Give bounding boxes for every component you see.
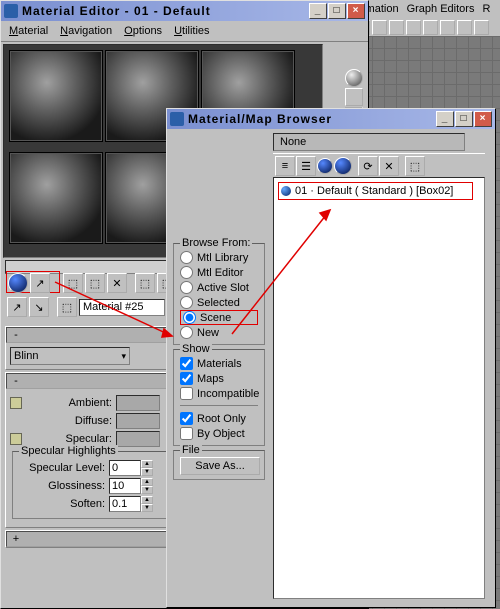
- material-browser-window: Material/Map Browser _ □ × None ≡ ☰ ⟳ ✕ …: [166, 108, 496, 608]
- menubar: Material Navigation Options Utilities: [1, 21, 368, 42]
- radio-active-slot[interactable]: Active Slot: [180, 280, 258, 295]
- get-material-button[interactable]: [8, 273, 28, 293]
- list-item-label: 01 · Default ( Standard ) [Box02]: [295, 185, 453, 197]
- menu-item[interactable]: R: [482, 3, 490, 15]
- toolbar-button[interactable]: ⬚: [85, 273, 105, 293]
- minimize-button[interactable]: _: [436, 111, 454, 127]
- toolbar-icon[interactable]: [440, 20, 455, 35]
- titlebar: Material/Map Browser _ □ ×: [167, 109, 495, 129]
- toolbar-button[interactable]: ⬚: [135, 273, 155, 293]
- go-parent-button[interactable]: ↘: [29, 297, 49, 317]
- clear-icon[interactable]: ⬚: [405, 156, 425, 176]
- toolbar-icon[interactable]: [372, 20, 387, 35]
- specular-label: Specular:: [26, 433, 112, 445]
- toolbar-icon[interactable]: [423, 20, 438, 35]
- app-icon: [170, 112, 184, 126]
- assign-button[interactable]: ⬚: [63, 273, 83, 293]
- radio-new[interactable]: New: [180, 325, 258, 340]
- minimize-button[interactable]: _: [309, 3, 327, 19]
- app-icon: [4, 4, 18, 18]
- titlebar: Material Editor - 01 - Default _ □ ×: [1, 1, 368, 21]
- sibling-button[interactable]: ⬚: [57, 297, 77, 317]
- toolbar-icon[interactable]: [406, 20, 421, 35]
- selection-display: None: [273, 133, 465, 151]
- main-menubar: nimation Graph Editors R: [353, 0, 500, 18]
- backlight-icon[interactable]: [345, 88, 363, 106]
- group-legend: Specular Highlights: [19, 445, 118, 457]
- highlight-get-material: ↗: [6, 271, 60, 293]
- toolbar-icon[interactable]: [389, 20, 404, 35]
- put-to-scene-button[interactable]: ↗: [30, 273, 50, 293]
- main-toolbar: [353, 18, 500, 36]
- check-materials[interactable]: Materials: [180, 356, 258, 371]
- menu-navigation[interactable]: Navigation: [54, 23, 118, 39]
- sample-type-icon[interactable]: [345, 69, 363, 87]
- menu-material[interactable]: Material: [3, 23, 54, 39]
- check-maps[interactable]: Maps: [180, 371, 258, 386]
- pick-button[interactable]: ↗: [7, 297, 27, 317]
- list-item-default[interactable]: 01 · Default ( Standard ) [Box02]: [278, 182, 473, 200]
- save-as-button[interactable]: Save As...: [180, 457, 260, 475]
- update-icon[interactable]: ⟳: [358, 156, 378, 176]
- lock-icon[interactable]: [10, 433, 22, 445]
- check-root-only[interactable]: Root Only: [180, 411, 258, 426]
- window-title: Material/Map Browser: [188, 112, 435, 126]
- soften-label: Soften:: [19, 498, 105, 510]
- delete-icon[interactable]: ✕: [379, 156, 399, 176]
- toolbar-icon[interactable]: [457, 20, 472, 35]
- soften-spinner[interactable]: 0.1▲▼: [109, 496, 153, 512]
- ambient-label: Ambient:: [26, 397, 112, 409]
- expand-icon: +: [11, 533, 21, 545]
- group-legend: File: [180, 444, 202, 456]
- maximize-button[interactable]: □: [328, 3, 346, 19]
- close-button[interactable]: ×: [474, 111, 492, 127]
- radio-mtl-editor[interactable]: Mtl Editor: [180, 265, 258, 280]
- spec-level-spinner[interactable]: 0▲▼: [109, 460, 153, 476]
- check-incompatible[interactable]: Incompatible: [180, 386, 258, 401]
- collapse-icon: -: [11, 375, 21, 387]
- maximize-button[interactable]: □: [455, 111, 473, 127]
- radio-mtl-library[interactable]: Mtl Library: [180, 250, 258, 265]
- collapse-icon: -: [11, 329, 21, 341]
- glossiness-label: Glossiness:: [19, 480, 105, 492]
- material-slot[interactable]: [9, 152, 103, 244]
- view-list2-icon[interactable]: ☰: [296, 156, 316, 176]
- shader-select[interactable]: Blinn: [10, 347, 130, 365]
- material-slot[interactable]: [9, 50, 103, 142]
- diffuse-label: Diffuse:: [26, 415, 112, 427]
- radio-scene[interactable]: Scene: [180, 310, 258, 325]
- radio-selected[interactable]: Selected: [180, 295, 258, 310]
- close-button[interactable]: ×: [347, 3, 365, 19]
- lock-icon[interactable]: [10, 397, 22, 409]
- toolbar-icon[interactable]: [474, 20, 489, 35]
- ambient-swatch[interactable]: [116, 395, 160, 411]
- glossiness-spinner[interactable]: 10▲▼: [109, 478, 153, 494]
- group-legend: Browse From:: [180, 237, 252, 249]
- view-large-icon[interactable]: [334, 157, 352, 175]
- material-name-input[interactable]: [79, 299, 165, 316]
- menu-item[interactable]: Graph Editors: [407, 3, 475, 15]
- check-by-object[interactable]: By Object: [180, 426, 258, 441]
- delete-button[interactable]: ✕: [107, 273, 127, 293]
- view-small-icon[interactable]: [317, 158, 333, 174]
- menu-options[interactable]: Options: [118, 23, 168, 39]
- diffuse-swatch[interactable]: [116, 413, 160, 429]
- spec-level-label: Specular Level:: [19, 462, 105, 474]
- material-list[interactable]: 01 · Default ( Standard ) [Box02]: [273, 177, 485, 599]
- material-ball-icon: [281, 186, 291, 196]
- menu-utilities[interactable]: Utilities: [168, 23, 215, 39]
- window-title: Material Editor - 01 - Default: [22, 4, 308, 18]
- view-list-icon[interactable]: ≡: [275, 156, 295, 176]
- specular-swatch[interactable]: [116, 431, 160, 447]
- group-legend: Show: [180, 343, 212, 355]
